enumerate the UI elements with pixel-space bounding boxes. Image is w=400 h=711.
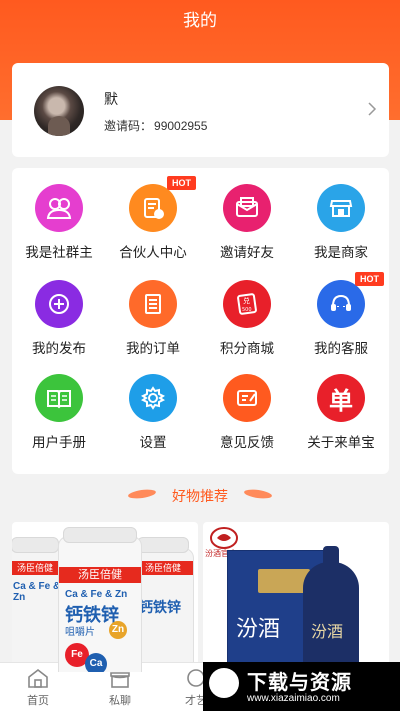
liquor-bottle-text: 汾酒: [311, 622, 344, 641]
product-card-vitamin[interactable]: 汤臣倍健 Ca & Fe & Zn 汤臣倍健 钙铁锌 汤臣倍健 Ca & Fe …: [12, 522, 198, 672]
brand-label: 汤臣倍健: [59, 567, 141, 583]
chevron-right-icon[interactable]: [367, 102, 377, 116]
grid-item-label: 关于来单宝: [307, 435, 375, 450]
page-title: 我的: [183, 11, 217, 30]
watermark-logo: [209, 668, 239, 698]
product-subtitle: 咀嚼片: [65, 627, 95, 638]
home-icon: [28, 668, 48, 688]
username: 默: [104, 91, 118, 107]
grid-item-label: 设置: [139, 435, 167, 450]
section-title: 好物推荐: [172, 488, 228, 504]
tab-label: 私聊: [109, 695, 131, 707]
points-icon: 兑 500: [223, 280, 271, 328]
grid-item-publish[interactable]: 我的发布: [12, 280, 106, 357]
grid-item-orders[interactable]: 我的订单: [106, 280, 200, 357]
feedback-icon: [223, 374, 271, 422]
grid-item-label: 我的发布: [32, 341, 86, 356]
tab-home[interactable]: 首页: [0, 667, 78, 708]
about-icon: 单: [317, 374, 365, 422]
svg-text:兑: 兑: [243, 296, 250, 305]
publish-icon: [35, 280, 83, 328]
grid-item-manual[interactable]: 用户手册: [12, 374, 106, 451]
grid-item-label: 意见反馈: [220, 435, 274, 450]
official-store-icon: [210, 527, 238, 549]
hot-badge: HOT: [355, 272, 384, 286]
manual-icon: [35, 374, 83, 422]
formula-label: Ca & Fe & Zn: [13, 581, 61, 603]
brand-label: 汤臣倍健: [12, 561, 63, 575]
grid-item-label: 用户手册: [32, 435, 86, 450]
svg-text:500: 500: [242, 307, 252, 313]
grid-item-label: 我是社群主: [25, 245, 93, 260]
partner-icon: HOT: [129, 176, 196, 232]
grid-item-points-mall[interactable]: 兑 500 积分商城: [200, 280, 294, 357]
grid-item-community[interactable]: 我是社群主: [12, 184, 106, 261]
mineral-ball-ca: Ca: [85, 653, 107, 672]
grid-item-label: 我是商家: [314, 245, 368, 260]
watermark-title: 下载与资源: [247, 672, 352, 694]
grid-item-label: 我的客服: [314, 341, 368, 356]
grid-item-feedback[interactable]: 意见反馈: [200, 374, 294, 451]
product-bottle-main: 汤臣倍健 Ca & Fe & Zn 钙铁锌 咀嚼片 Zn Fe Ca: [58, 527, 142, 672]
order-icon: [129, 280, 177, 328]
community-icon: [35, 184, 83, 232]
product-card-liquor[interactable]: 汾酒官方 汾酒 汾酒: [203, 522, 389, 672]
function-grid: 我是社群主 HOT 合伙人中心 邀请好友 我是商家 我的发布 我的订单 兑 50…: [12, 168, 389, 474]
invite-code-label: 邀请码：: [104, 119, 153, 133]
formula-label: Ca & Fe & Zn: [65, 589, 128, 600]
grid-item-invite[interactable]: 邀请好友: [200, 184, 294, 261]
product-list: 汤臣倍健 Ca & Fe & Zn 汤臣倍健 钙铁锌 汤臣倍健 Ca & Fe …: [12, 522, 389, 672]
grid-item-label: 邀请好友: [220, 245, 274, 260]
service-icon: HOT: [317, 272, 384, 328]
grid-item-partner[interactable]: HOT 合伙人中心: [106, 176, 200, 261]
liquor-bottle: 汾酒: [303, 546, 359, 672]
shop-icon: [317, 184, 365, 232]
grid-item-settings[interactable]: 设置: [106, 374, 200, 451]
invite-icon: [223, 184, 271, 232]
grid-item-label: 合伙人中心: [119, 245, 187, 260]
grid-item-customer-service[interactable]: HOT 我的客服: [294, 272, 388, 357]
watermark-url: www.xiazaimiao.com: [247, 693, 340, 704]
profile-card[interactable]: 默 邀请码： 99002955: [12, 63, 389, 157]
invite-code-value: 99002955: [154, 119, 208, 133]
mineral-ball-zn: Zn: [109, 621, 127, 639]
grid-item-about[interactable]: 单 关于来单宝: [294, 374, 388, 451]
grid-item-label: 积分商城: [220, 341, 274, 356]
settings-icon: [129, 374, 177, 422]
tab-chat[interactable]: 私聊: [80, 667, 160, 708]
invite-code-row: 邀请码： 99002955: [104, 117, 207, 134]
hot-badge: HOT: [167, 176, 196, 190]
grid-item-shop[interactable]: 我是商家: [294, 184, 388, 261]
watermark: 下载与资源 www.xiazaimiao.com: [203, 662, 400, 711]
tab-label: 首页: [27, 695, 49, 707]
product-name: 钙铁锌: [139, 599, 181, 615]
product-bottle: 汤臣倍健 Ca & Fe & Zn: [12, 537, 64, 672]
grid-item-label: 我的订单: [126, 341, 180, 356]
liquor-box-text: 汾酒: [236, 617, 281, 642]
brand-label: 汤臣倍健: [133, 561, 193, 575]
avatar[interactable]: [34, 86, 84, 136]
